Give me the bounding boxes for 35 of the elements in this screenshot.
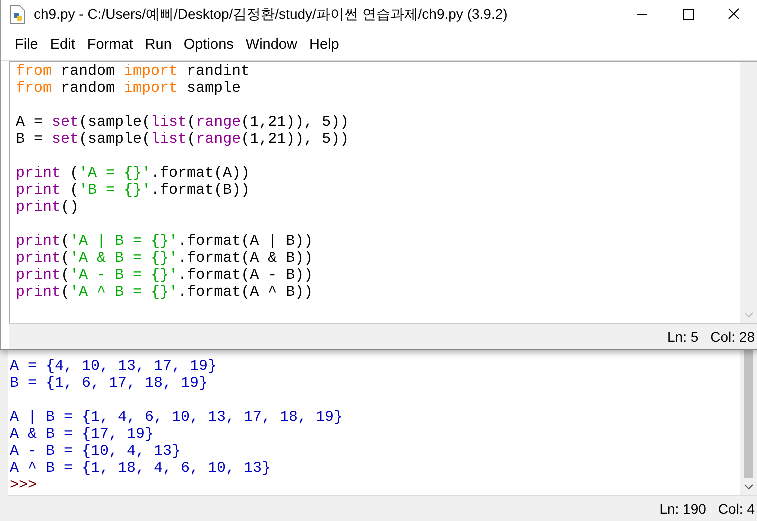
column-status: Col: 4 — [718, 500, 755, 516]
shell-prompt: >>> — [10, 477, 38, 494]
output-line: A | B = {1, 4, 6, 10, 13, 17, 18, 19} — [10, 409, 344, 426]
scroll-thumb[interactable] — [744, 350, 753, 478]
output-line: A = {4, 10, 13, 17, 19} — [10, 358, 218, 375]
menu-item[interactable]: Options — [178, 37, 240, 53]
code-line: print('A & B = {}'.format(A & B)) — [16, 250, 314, 267]
python-file-icon — [9, 5, 27, 25]
menu-item[interactable]: Format — [81, 37, 140, 53]
line-number-status: Ln: 190 — [660, 500, 706, 516]
code-line: print ('A = {}'.format(A)) — [16, 165, 252, 182]
code-line: print('A | B = {}'.format(A | B)) — [16, 233, 314, 250]
code-line: B = set(sample(list(range(1,21)), 5)) — [16, 131, 350, 148]
line-number-status: Ln: 5 — [668, 328, 699, 344]
code-line: print() — [16, 199, 80, 216]
output-line: A & B = {17, 19} — [10, 426, 156, 443]
code-line: A = set(sample(list(range(1,21)), 5)) — [16, 114, 350, 131]
code-line: print('A - B = {}'.format(A - B)) — [16, 267, 314, 284]
menu-item[interactable]: File — [9, 37, 44, 53]
code-line: print('A ^ B = {}'.format(A ^ B)) — [16, 284, 314, 301]
scrollbar[interactable] — [740, 350, 757, 495]
code-line: from random import sample — [16, 80, 242, 97]
output-line: A - B = {10, 4, 13} — [10, 443, 182, 460]
scroll-down-icon[interactable] — [744, 484, 754, 490]
window-title: ch9.py - C:/Users/예삐/Desktop/김정환/study/파이썬 연습과제/ch9.py (3.9.2) — [34, 6, 509, 24]
scrollbar[interactable] — [740, 62, 757, 323]
output-line: A ^ B = {1, 18, 4, 6, 10, 13} — [10, 460, 272, 477]
code-line: from random import randint — [16, 63, 252, 80]
menu-item[interactable]: Edit — [44, 37, 82, 53]
output-line: B = {1, 6, 17, 18, 19} — [10, 375, 210, 392]
menu-item[interactable]: Window — [240, 37, 304, 53]
code-line: print ('B = {}'.format(B)) — [16, 182, 252, 199]
menu-item[interactable]: Run — [139, 37, 178, 53]
column-status: Col: 28 — [710, 328, 755, 344]
menu-item[interactable]: Help — [303, 37, 346, 53]
